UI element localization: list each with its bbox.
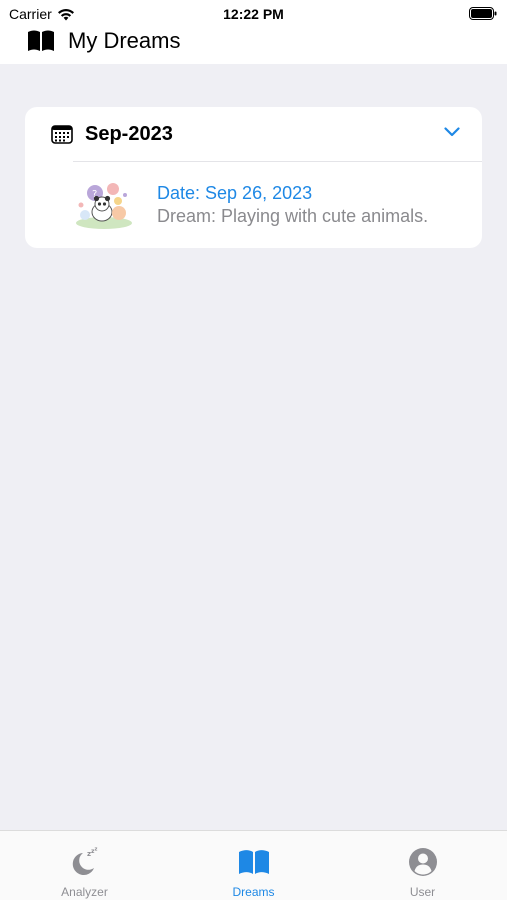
month-label: Sep-2023 bbox=[85, 123, 173, 145]
tab-bar: z z z Analyzer Dreams User bbox=[0, 830, 507, 900]
month-group-card: Sep-2023 ? Date: Sep 26, 2023 Dream: Pla… bbox=[25, 107, 482, 248]
tab-analyzer[interactable]: z z z Analyzer bbox=[0, 831, 169, 900]
status-time: 12:22 PM bbox=[223, 6, 284, 22]
dream-entry[interactable]: ? Date: Sep 26, 2023 Dream: Playing with… bbox=[25, 162, 482, 248]
moon-zzz-icon: z z z bbox=[72, 847, 97, 875]
month-group-header[interactable]: Sep-2023 bbox=[25, 107, 482, 161]
top-bar: Carrier 12:22 PM My Dreams bbox=[0, 0, 507, 64]
chevron-down-icon[interactable] bbox=[444, 127, 460, 137]
open-book-icon bbox=[238, 850, 269, 874]
open-book-icon bbox=[28, 30, 54, 51]
page-header: My Dreams bbox=[26, 28, 180, 54]
tab-dreams-label: Dreams bbox=[232, 885, 275, 899]
tab-user[interactable]: User bbox=[338, 831, 507, 900]
dream-thumbnail: ? bbox=[76, 183, 132, 229]
tab-dreams[interactable]: Dreams bbox=[169, 831, 338, 900]
dream-description: Dream: Playing with cute animals. bbox=[157, 206, 429, 226]
svg-text:z: z bbox=[94, 847, 97, 853]
calendar-icon bbox=[51, 125, 73, 144]
tab-user-label: User bbox=[409, 885, 436, 899]
battery-icon bbox=[469, 7, 497, 20]
page-title: My Dreams bbox=[68, 28, 181, 53]
screen: Carrier 12:22 PM My Dreams Sep-2023 ? Da… bbox=[0, 0, 507, 900]
person-circle-icon bbox=[408, 848, 437, 876]
dream-date: Date: Sep 26, 2023 bbox=[157, 183, 313, 203]
tab-analyzer-label: Analyzer bbox=[61, 885, 108, 899]
